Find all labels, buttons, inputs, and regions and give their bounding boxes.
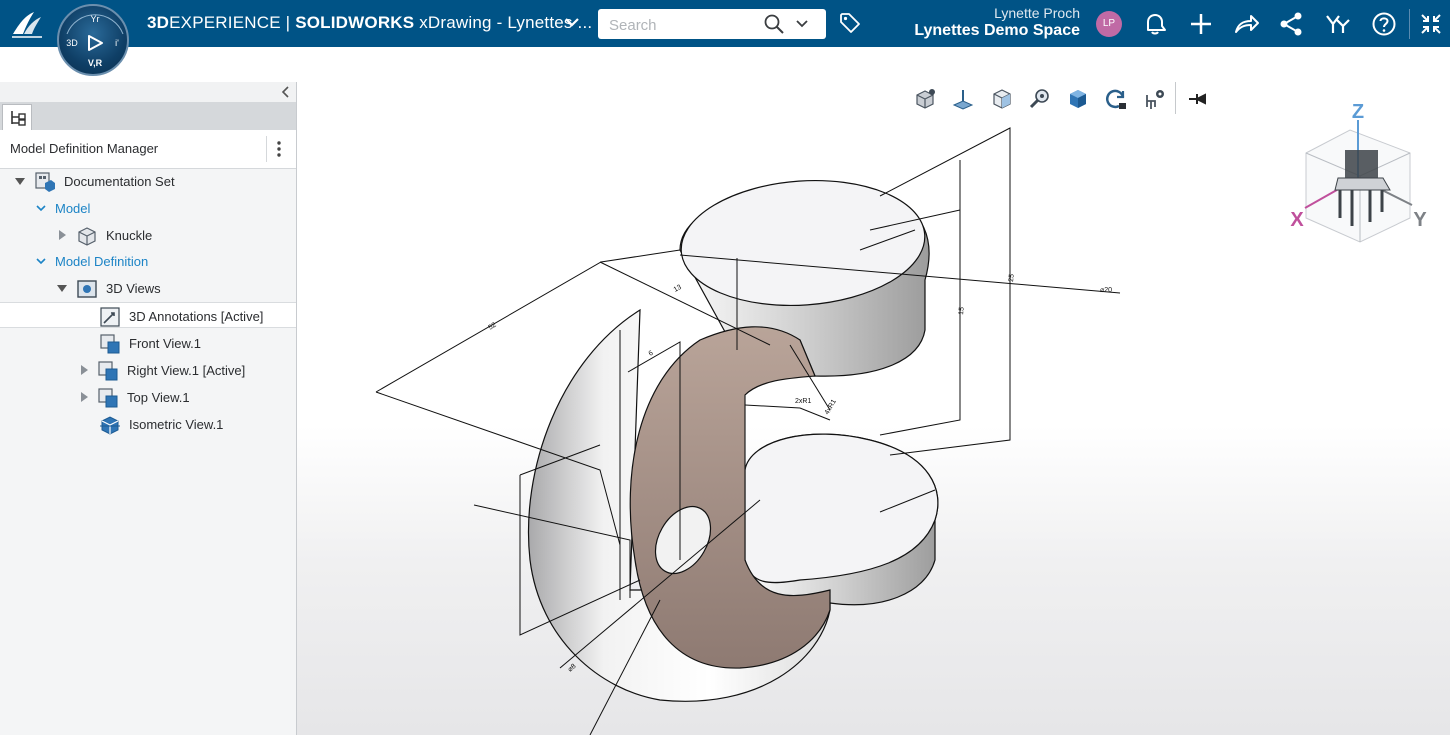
chevron-down-icon[interactable] (35, 255, 47, 267)
more-options-icon[interactable] (272, 138, 286, 160)
help-icon[interactable] (1370, 10, 1398, 38)
triad-y-label: Y (1413, 209, 1427, 231)
panel-header: Model Definition Manager (0, 130, 296, 169)
top-bar: 3DEXPERIENCE | SOLIDWORKS xDrawing - Lyn… (0, 0, 1450, 47)
3d-compass[interactable]: Yr 3D i' V,R (57, 4, 129, 76)
app-title[interactable]: 3DEXPERIENCE | SOLIDWORKS xDrawing - Lyn… (147, 13, 592, 33)
dassault-logo-icon[interactable] (10, 8, 44, 40)
tree-item-right-view[interactable]: Right View.1 [Active] (0, 357, 296, 383)
compass-label-left: 3D (66, 38, 78, 48)
compass-label-bottom: V,R (88, 58, 103, 68)
tree-item-front-view[interactable]: Front View.1 (0, 330, 296, 356)
box-view-icon[interactable] (990, 87, 1014, 111)
shaded-cube-icon[interactable] (1066, 87, 1090, 111)
brand-bold: 3D (147, 13, 170, 32)
triad-z-label: Z (1352, 101, 1364, 123)
tree-item-3d-annotations[interactable]: 3D Annotations [Active] (0, 302, 296, 328)
share-icon[interactable] (1232, 10, 1260, 38)
avatar[interactable]: LP (1096, 11, 1122, 37)
tree-item-3d-views[interactable]: 3D Views (0, 275, 296, 301)
tab-feature-tree[interactable] (2, 104, 32, 130)
collaborative-space-name[interactable]: Lynettes Demo Space (900, 22, 1080, 40)
chevron-left-icon[interactable] (280, 85, 292, 99)
search-icon[interactable] (763, 13, 785, 35)
tree-item-knuckle[interactable]: Knuckle (0, 222, 296, 248)
compass-icon: Yr 3D i' V,R (66, 14, 124, 68)
view-icon (98, 361, 118, 381)
compass-label-top: Yr (91, 14, 100, 24)
fullscreen-exit-icon[interactable] (1417, 10, 1445, 38)
tree-item-label: 3D Views (106, 281, 161, 296)
dimension-label: 15 (958, 307, 966, 315)
feature-tree-icon (11, 111, 26, 126)
dimension-label: 13 (673, 284, 683, 294)
search-input[interactable] (598, 9, 771, 41)
search-box (598, 9, 826, 41)
dimension-label: 4xR1 (824, 398, 838, 416)
knuckle-model-drawing[interactable]: 52 13 6 25 15 ⌀20 2xR1 4xR1 ⌀8 (297, 47, 1450, 735)
tree-item-isometric-view[interactable]: Isometric View.1 (0, 411, 296, 437)
dimension-label: 2xR1 (795, 398, 811, 405)
brand-rest: EXPERIENCE (169, 13, 281, 32)
panel-title: Model Definition Manager (10, 141, 159, 156)
tree-item-label: Top View.1 (127, 390, 190, 405)
tree-item-label: 3D Annotations [Active] (129, 309, 264, 324)
part-icon (78, 227, 96, 246)
documentation-set-icon (35, 172, 55, 192)
chevron-down-icon[interactable] (35, 202, 47, 214)
pin-icon[interactable] (1186, 87, 1210, 111)
panel-tabs (0, 103, 296, 130)
app-name: SOLIDWORKS (295, 13, 415, 32)
view-icon (98, 388, 118, 408)
tree-item-model-definition[interactable]: Model Definition (0, 248, 296, 274)
tree-item-top-view[interactable]: Top View.1 (0, 384, 296, 410)
tree-item-label: Knuckle (106, 228, 153, 243)
expand-arrow-icon[interactable] (14, 175, 26, 187)
title-separator: | (280, 13, 296, 32)
rotate-lock-icon[interactable] (1104, 87, 1128, 111)
panel-collapse-bar[interactable] (0, 82, 296, 103)
dimension-label: ⌀8 (567, 663, 578, 674)
view-icon (100, 334, 120, 354)
tree-item-label: Documentation Set (64, 174, 175, 189)
settings-chair-icon[interactable] (1142, 87, 1166, 111)
tag-icon[interactable] (838, 11, 862, 35)
model-definition-panel: Model Definition Manager Documentation S… (0, 82, 297, 735)
orientation-triad[interactable]: Z X Y (1284, 98, 1434, 248)
dimension-label: ⌀20 (1100, 287, 1112, 294)
expand-arrow-icon[interactable] (78, 364, 90, 376)
search-options-chevron-icon[interactable] (794, 16, 810, 32)
add-icon[interactable] (1187, 10, 1215, 38)
tree-item-label: Front View.1 (129, 336, 202, 351)
notifications-icon[interactable] (1141, 10, 1169, 38)
community-icon[interactable] (1323, 10, 1351, 38)
plane-icon[interactable] (951, 87, 975, 111)
tree-item-label: Model (55, 201, 91, 216)
dimension-label: 25 (1008, 274, 1016, 282)
tree-item-model[interactable]: Model (0, 195, 296, 221)
zoom-icon[interactable] (1028, 87, 1052, 111)
expand-arrow-icon[interactable] (56, 282, 68, 294)
user-name[interactable]: Lynette Proch (960, 5, 1080, 21)
tree-item-documentation-set[interactable]: Documentation Set (0, 168, 296, 194)
view-cube-icon[interactable] (913, 87, 937, 111)
dimension-label: 6 (648, 350, 655, 358)
tree-item-label: Isometric View.1 (129, 417, 224, 432)
tree-item-label: Right View.1 [Active] (127, 363, 246, 378)
annotations-icon (100, 307, 120, 327)
social-share-icon[interactable] (1278, 10, 1306, 38)
viewport-toolbar-separator (1175, 82, 1176, 114)
expand-arrow-icon[interactable] (78, 391, 90, 403)
compass-label-right: i' (115, 38, 119, 48)
chevron-down-icon[interactable] (563, 13, 581, 31)
isometric-view-icon (100, 416, 120, 435)
3d-views-icon (77, 280, 97, 298)
toolbar-separator (1409, 9, 1410, 39)
triad-x-label: X (1290, 209, 1304, 231)
expand-arrow-icon[interactable] (56, 229, 68, 241)
tree-item-label: Model Definition (55, 254, 149, 269)
